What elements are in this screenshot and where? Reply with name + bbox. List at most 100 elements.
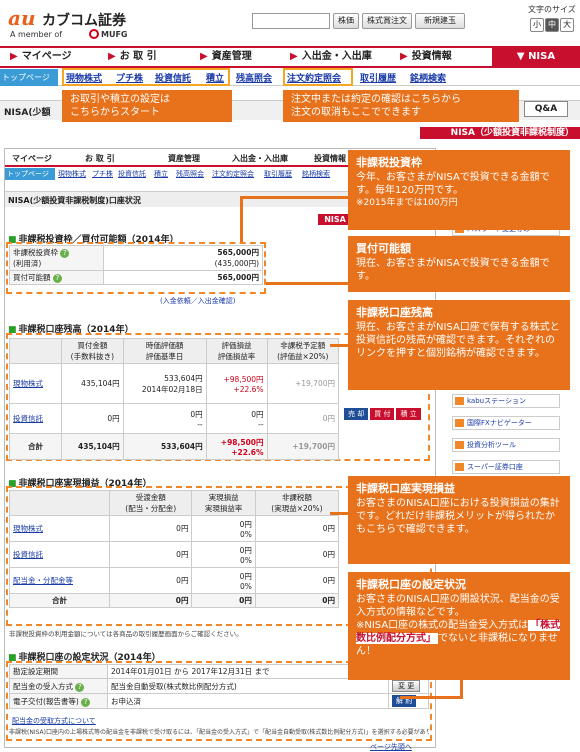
dividend-value: 配当金自動受取(株式数比例配分方式) bbox=[107, 678, 389, 694]
buy-button[interactable]: 買 付 bbox=[370, 408, 395, 420]
inner-nav-trade[interactable]: お 取 引 bbox=[85, 153, 115, 164]
balance-stock-link[interactable]: 現物株式 bbox=[13, 379, 43, 388]
table-row: 合計 435,104円 533,604円 +98,500円 +22.6% +19,700円 bbox=[9, 433, 340, 460]
subnav-orders[interactable]: 注文約定照会 bbox=[287, 71, 341, 84]
search-input[interactable] bbox=[252, 13, 330, 29]
page-top-link[interactable]: ページ先頭へ bbox=[370, 742, 412, 752]
subnav-stock[interactable]: 現物株式 bbox=[66, 71, 102, 84]
inner-nav-assets[interactable]: 資産管理 bbox=[168, 153, 200, 164]
nav-deposit[interactable]: ▶ 入出金・入出庫 bbox=[290, 48, 372, 66]
buyable-label-cell: 買付可能額 ? bbox=[9, 270, 104, 285]
realized-dividend-delivery: 0円 bbox=[108, 567, 193, 594]
realized-stock-pl: 0円 0% bbox=[191, 515, 256, 542]
nav-assets[interactable]: ▶ 資産管理 bbox=[200, 48, 252, 66]
realized-stock-link[interactable]: 現物株式 bbox=[13, 524, 43, 533]
dividend-method-link[interactable]: 配当金の受取方式について bbox=[12, 716, 96, 726]
table-row: 配当金・分配金等 0円 0円 0% 0円 bbox=[9, 567, 340, 594]
change-button[interactable]: 変 更 bbox=[392, 680, 421, 692]
help-icon[interactable]: ? bbox=[75, 682, 85, 692]
subnav-fund[interactable]: 投資信託 bbox=[155, 71, 191, 84]
inner-top-tab[interactable]: トップページ bbox=[5, 168, 55, 180]
inner-link-balance[interactable]: 残高照会 bbox=[176, 169, 204, 179]
reserve-button[interactable]: 積 立 bbox=[396, 408, 421, 420]
inner-link-petit[interactable]: プチ株 bbox=[92, 169, 113, 179]
callout-buyable: 買付可能額 現在、お客さまがNISAで投資できる金額です。 bbox=[348, 236, 570, 292]
period-label: 勘定設定期間 bbox=[9, 664, 108, 679]
inner-link-history[interactable]: 取引履歴 bbox=[264, 169, 292, 179]
balance-stock-pl: +98,500円 +22.6% bbox=[205, 363, 268, 404]
balance-header-pl: 評価損益 評価損益率 bbox=[205, 338, 268, 364]
mufg-label: MUFG bbox=[101, 30, 128, 39]
callout-title: 非課税口座の設定状況 bbox=[356, 578, 466, 591]
subnav-search[interactable]: 銘柄検索 bbox=[410, 71, 446, 84]
settings-note: 非課税(NISA)口座内の上場株式等の配当金を非課税で受け取るには、「配当金の受… bbox=[9, 729, 429, 736]
balance-total-label: 合計 bbox=[9, 433, 62, 460]
deposit-links[interactable]: (入金依頼／入出金確認) bbox=[160, 296, 235, 306]
subnav-history[interactable]: 取引履歴 bbox=[360, 71, 396, 84]
balance-header-buy: 買付金額 (手数料抜き) bbox=[61, 338, 124, 364]
help-icon[interactable]: ? bbox=[60, 249, 70, 258]
subnav-petit[interactable]: プチ株 bbox=[116, 71, 143, 84]
subnav-balance[interactable]: 残高照会 bbox=[236, 71, 272, 84]
inner-link-stock[interactable]: 現物株式 bbox=[58, 169, 86, 179]
subnav-reserve[interactable]: 積立 bbox=[206, 71, 224, 84]
help-icon[interactable]: ? bbox=[52, 274, 62, 283]
sidebar-super[interactable]: スーパー証券口座 bbox=[452, 460, 560, 474]
realized-note: 非課税投資枠の利用金額については各商品の取引履歴画面からご確認ください。 bbox=[9, 630, 243, 638]
font-medium-button[interactable]: 中 bbox=[545, 18, 559, 32]
balance-stock-value: 533,604円 2014年02月18日 bbox=[122, 363, 207, 404]
inner-nisa-tag: NISA bbox=[318, 214, 352, 225]
sidebar-fx[interactable]: 国際FXナビゲーター bbox=[452, 416, 560, 430]
callout-settings: 非課税口座の設定状況 お客さまのNISA口座の開設状況、配当金の受入方式の情報な… bbox=[348, 572, 570, 680]
nav-nisa[interactable]: ▼ NISA bbox=[492, 46, 580, 68]
balance-fund-pl: 0円 -- bbox=[205, 403, 268, 434]
logo-name[interactable]: カブコム証券 bbox=[42, 10, 126, 30]
balance-header-tax: 非課税予定額 (評価益×20%) bbox=[266, 338, 340, 364]
sell-button[interactable]: 売 却 bbox=[344, 408, 369, 420]
font-small-button[interactable]: 小 bbox=[530, 18, 544, 32]
table-row: 合計 0円 0円 0円 bbox=[9, 593, 340, 608]
realized-fund-link[interactable]: 投資信託 bbox=[13, 550, 43, 559]
tip-trade-start: お取引や積立の設定は こちらからスタート bbox=[62, 90, 232, 122]
font-size-label: 文字のサイズ bbox=[528, 5, 576, 14]
inner-link-search[interactable]: 銘柄検索 bbox=[302, 169, 330, 179]
logo-au[interactable]: au bbox=[8, 6, 36, 30]
callout-balance: 非課税口座残高 現在、お客さまがNISA口座で保有する株式と投資信託の残高が確認… bbox=[348, 300, 570, 390]
balance-total-buy: 435,104円 bbox=[61, 433, 124, 460]
balance-fund-link[interactable]: 投資信託 bbox=[13, 414, 43, 423]
stock-price-button[interactable]: 株価 bbox=[333, 13, 359, 29]
table-row: 投資信託 0円 0円 -- 0円 -- 0円 bbox=[9, 403, 340, 434]
qa-button[interactable]: Q&A bbox=[524, 101, 568, 117]
nav-trade[interactable]: ▶ お 取 引 bbox=[108, 48, 157, 66]
font-large-button[interactable]: 大 bbox=[560, 18, 574, 32]
arrow-line bbox=[240, 196, 350, 199]
sidebar-kabustation[interactable]: kabuステーション bbox=[452, 394, 560, 408]
balance-header-blank bbox=[9, 338, 62, 364]
arrow-line bbox=[240, 196, 243, 242]
realized-header-pl: 実現損益 実現損益率 bbox=[191, 490, 256, 516]
callout-note: ※2015年までは100万円 bbox=[356, 198, 458, 208]
subnav-top[interactable]: トップページ bbox=[0, 69, 58, 86]
inner-link-reserve[interactable]: 積立 bbox=[154, 169, 168, 179]
realized-fund-tax: 0円 bbox=[254, 541, 340, 568]
callout-investment-limit: 非課税投資枠 今年、お客さまがNISAで投資できる金額です。毎年120万円です。… bbox=[348, 150, 570, 230]
stock-order-button[interactable]: 株式賞注文 bbox=[362, 13, 412, 29]
new-position-button[interactable]: 新規建玉 bbox=[415, 13, 465, 29]
tip-order-check: 注文中または約定の確認はこちらから 注文の取消もここでできます bbox=[283, 90, 519, 122]
inner-nav-deposit[interactable]: 入出金・入出庫 bbox=[232, 153, 288, 164]
realized-stock-tax: 0円 bbox=[254, 515, 340, 542]
inner-link-fund[interactable]: 投資信託 bbox=[118, 169, 146, 179]
callout-body: お客さまのNISA口座の開設状況、配当金の受入方式の情報などです。 bbox=[356, 594, 560, 618]
nav-info[interactable]: ▶ 投資情報 bbox=[400, 48, 452, 66]
nav-mypage[interactable]: ▶ マイページ bbox=[10, 48, 72, 66]
callout-realized: 非課税口座実現損益 お客さまのNISA口座における投資損益の集計です。どれだけ非… bbox=[348, 476, 570, 564]
realized-fund-delivery: 0円 bbox=[108, 541, 193, 568]
help-icon[interactable]: ? bbox=[81, 697, 91, 707]
inner-nav-mypage[interactable]: マイページ bbox=[12, 153, 52, 164]
realized-dividend-link[interactable]: 配当金・分配金等 bbox=[13, 576, 73, 585]
callout-note: ※NISA口座の株式の配当金受入方式は 「株式数比例配分方式」 でないと非課税になり… bbox=[356, 620, 561, 657]
realized-total-label: 合計 bbox=[9, 593, 110, 608]
sidebar-analysis[interactable]: 投資分析ツール bbox=[452, 438, 560, 452]
inner-link-orders[interactable]: 注文約定照会 bbox=[212, 169, 254, 179]
inner-nav-info[interactable]: 投資情報 bbox=[314, 153, 346, 164]
